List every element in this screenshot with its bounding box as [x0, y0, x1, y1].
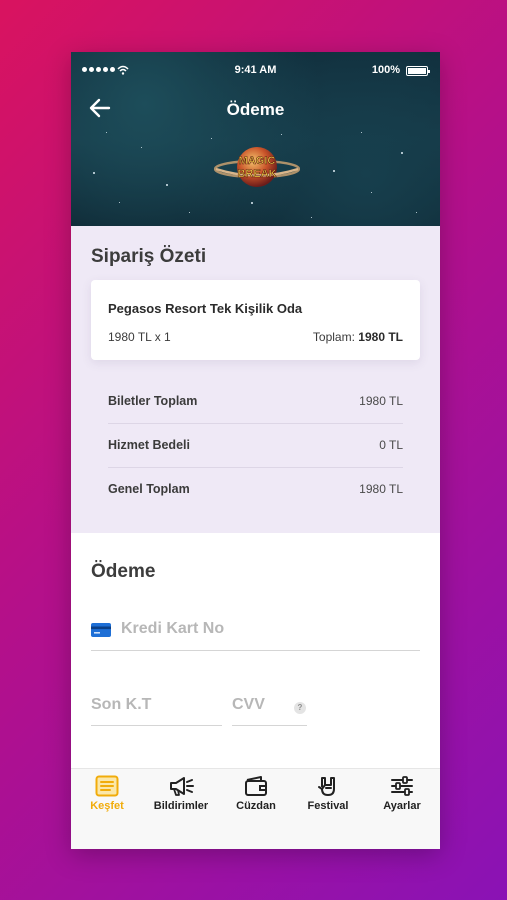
row-label: Genel Toplam [108, 482, 190, 496]
row-label: Hizmet Bedeli [108, 438, 190, 452]
tab-kesfet[interactable]: Keşfet [81, 775, 133, 819]
item-total: Toplam: 1980 TL [313, 330, 403, 344]
battery-percentage: 100% [371, 64, 400, 76]
tab-cuzdan[interactable]: Cüzdan [226, 775, 286, 819]
battery-icon [406, 66, 430, 76]
row-value: 1980 TL [359, 394, 403, 408]
expiry-placeholder: Son K.T [91, 696, 152, 713]
row-value: 1980 TL [359, 482, 403, 496]
list-icon [95, 775, 119, 797]
item-name: Pegasos Resort Tek Kişilik Oda [108, 301, 303, 316]
card-number-placeholder: Kredi Kart No [121, 620, 225, 637]
expiry-field[interactable]: Son K.T [91, 688, 222, 726]
tab-bildirimler[interactable]: Bildirimler [143, 775, 219, 819]
payment-heading: Ödeme [91, 561, 156, 582]
svg-text:BREAK: BREAK [237, 168, 276, 180]
cvv-help-icon[interactable]: ? [294, 702, 306, 714]
order-summary-section: Sipariş Özeti Pegasos Resort Tek Kişilik… [71, 226, 440, 533]
card-number-field[interactable]: Kredi Kart No [91, 613, 420, 651]
tab-label: Cüzdan [236, 800, 276, 812]
tab-festival[interactable]: Festival [300, 775, 356, 819]
payment-section: Ödeme Kredi Kart No Son K.T CVV ? [71, 533, 440, 768]
tab-label: Keşfet [90, 800, 124, 812]
summary-row-tickets: Biletler Toplam 1980 TL [108, 380, 403, 424]
sliders-icon [391, 776, 413, 796]
magic-break-logo: MAGIC BREAK [214, 147, 300, 187]
item-total-label: Toplam: [312, 330, 355, 344]
rock-hand-icon [318, 777, 335, 796]
item-quantity: 1980 TL x 1 [108, 330, 171, 344]
cvv-placeholder: CVV [232, 696, 265, 713]
summary-row-grand-total: Genel Toplam 1980 TL [108, 468, 403, 512]
cvv-field[interactable]: CVV ? [232, 688, 307, 726]
item-total-value: 1980 TL [358, 330, 403, 344]
header-banner: 9:41 AM 100% Ödeme MAGIC BREAK [71, 52, 440, 226]
summary-heading: Sipariş Özeti [91, 246, 207, 267]
bottom-tab-bar: Keşfet Bildirimler Cüzdan Festival Ayarl… [71, 768, 440, 849]
order-item-card: Pegasos Resort Tek Kişilik Oda 1980 TL x… [91, 280, 420, 360]
page-title: Ödeme [226, 100, 285, 119]
megaphone-icon [170, 777, 194, 796]
status-bar: 9:41 AM 100% [71, 64, 440, 78]
credit-card-icon [91, 623, 111, 637]
wallet-icon [245, 776, 267, 796]
row-value: 0 TL [379, 438, 403, 452]
svg-text:MAGIC: MAGIC [239, 155, 276, 167]
summary-row-service-fee: Hizmet Bedeli 0 TL [108, 424, 403, 468]
tab-ayarlar[interactable]: Ayarlar [373, 775, 431, 819]
tab-label: Bildirimler [153, 800, 209, 812]
tab-label: Ayarlar [383, 800, 421, 812]
tab-label: Festival [307, 800, 349, 812]
phone-screen: 9:41 AM 100% Ödeme MAGIC BREAK Sipariş Ö [71, 52, 440, 849]
row-label: Biletler Toplam [108, 394, 198, 408]
